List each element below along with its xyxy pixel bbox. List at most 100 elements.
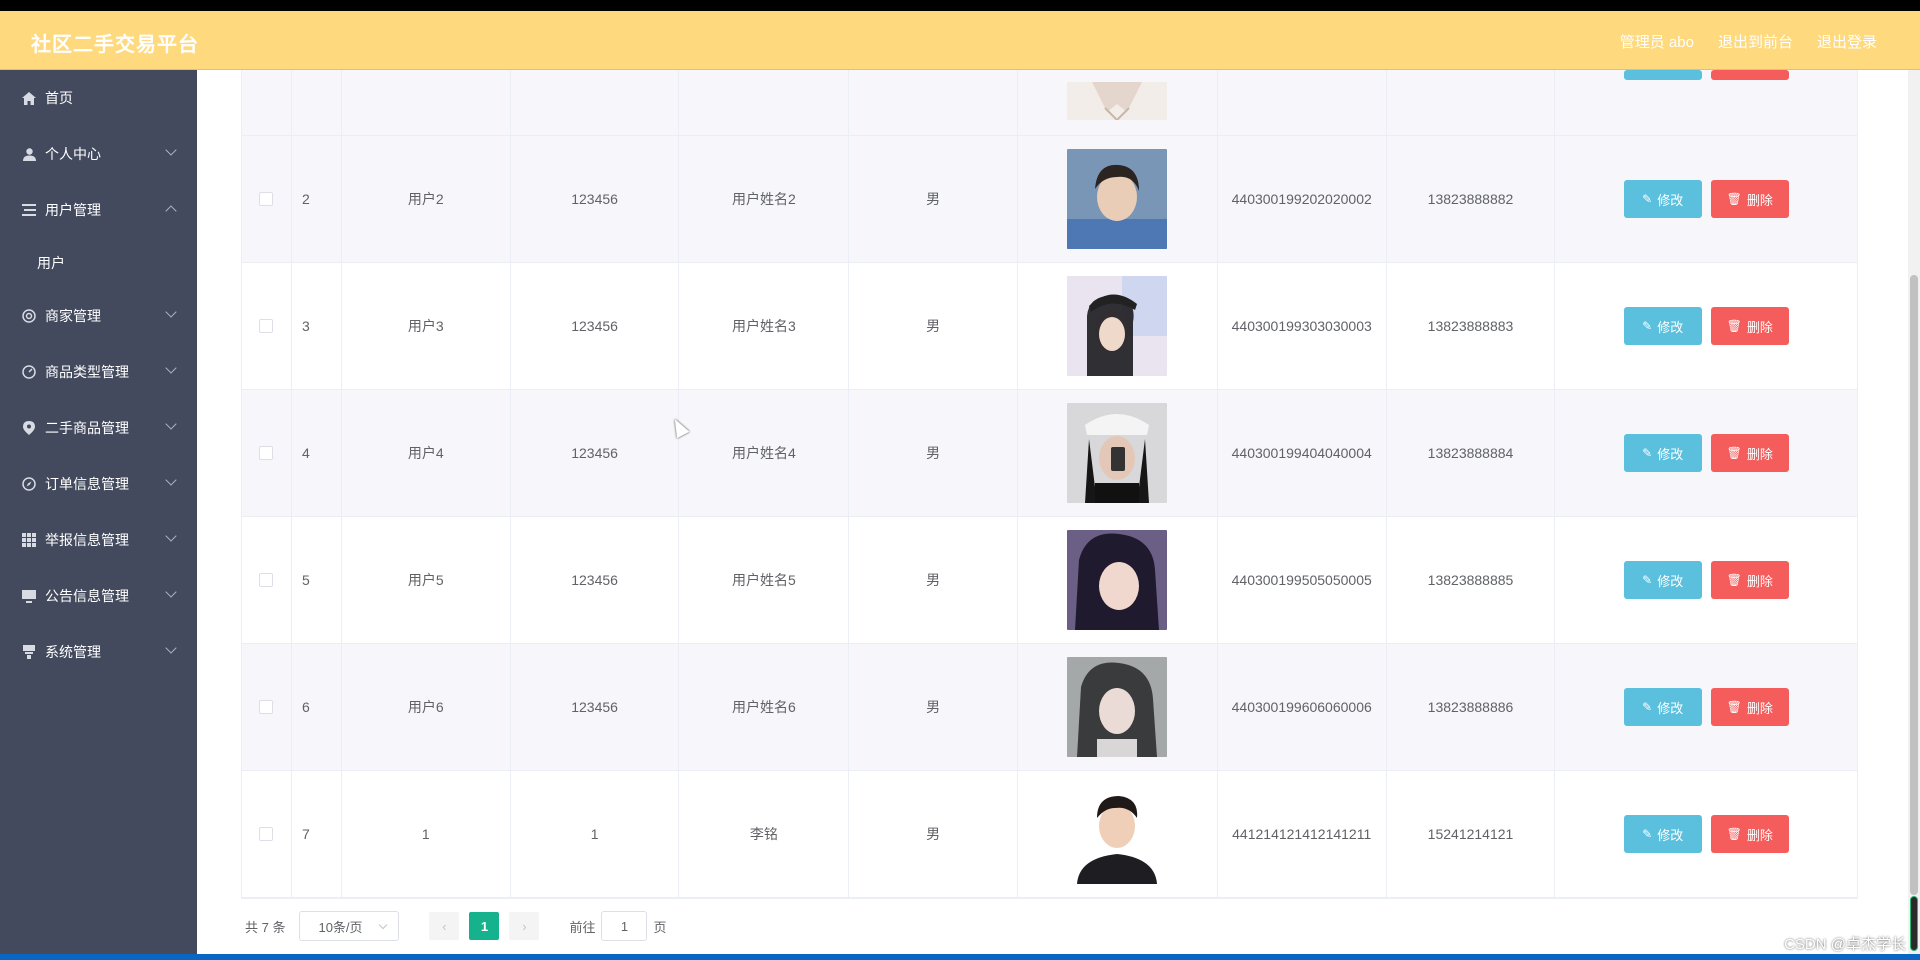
row-checkbox[interactable] — [259, 700, 274, 714]
delete-button[interactable]: 🗑 删除 — [1710, 434, 1789, 472]
gender-cell: 男 — [849, 136, 1019, 262]
goto-prefix: 前往 — [569, 919, 596, 935]
trash-icon: 🗑 — [1726, 192, 1742, 206]
row-index: 3 — [292, 263, 342, 389]
id-number-cell: 440300199202020002 — [1218, 136, 1387, 262]
sidebar-item-user-management[interactable]: 用户管理 — [0, 182, 197, 238]
delete-button[interactable]: 🗑 删除 — [1710, 180, 1789, 218]
name-cell: 用户姓名2 — [679, 136, 850, 262]
edit-icon: ✎ — [1642, 573, 1653, 587]
delete-button[interactable]: 🗑 删除 — [1710, 561, 1789, 599]
table-row: 3 用户3 123456 用户姓名3 男 440300199303030003 … — [242, 263, 1857, 390]
logout-link[interactable]: 退出登录 — [1817, 31, 1877, 52]
row-index: 4 — [292, 390, 342, 516]
chevron-down-icon — [379, 920, 388, 930]
row-index: 6 — [292, 644, 342, 770]
sidebar-item-system-management[interactable]: 系统管理 — [0, 624, 197, 680]
gender-cell: 男 — [849, 771, 1019, 897]
phone-cell: 13823888885 — [1387, 517, 1556, 643]
scrollbar-thumb[interactable] — [1910, 275, 1918, 895]
sidebar: 首页 个人中心 用户管理 用户 商家管理 商品类型管理 二手商品管理 订单信息管… — [0, 70, 197, 960]
trash-icon: 🗑 — [1726, 319, 1742, 333]
chevron-up-icon — [165, 205, 177, 217]
goto-page-input[interactable] — [601, 911, 648, 941]
user-table: 2 用户2 123456 用户姓名2 男 440300199202020002 … — [241, 70, 1858, 899]
password-cell: 123456 — [511, 263, 680, 389]
sidebar-subitem-users[interactable]: 用户 — [0, 238, 197, 288]
delete-button[interactable]: 🗑 删除 — [1710, 815, 1789, 853]
sidebar-item-goods-management[interactable]: 二手商品管理 — [0, 400, 197, 456]
edit-button[interactable]: ✎ 修改 — [1623, 180, 1702, 218]
user-photo — [1067, 82, 1168, 120]
goto-suffix: 页 — [653, 919, 667, 935]
gender-cell: 男 — [849, 390, 1019, 516]
sidebar-item-home[interactable]: 首页 — [0, 70, 197, 126]
sidebar-item-label: 公告信息管理 — [45, 588, 129, 604]
id-number-cell: 440300199404040004 — [1218, 390, 1387, 516]
watermark: CSDN @卓杰学长 — [1784, 936, 1906, 953]
password-cell: 123456 — [511, 644, 680, 770]
compass-icon — [22, 477, 36, 491]
sidebar-item-label: 订单信息管理 — [45, 476, 129, 492]
user-photo — [1067, 403, 1168, 503]
edit-icon: ✎ — [1642, 192, 1653, 206]
trash-icon: 🗑 — [1726, 446, 1742, 460]
trash-icon: 🗑 — [1726, 700, 1742, 714]
pagination: 共 7 条 10条/页 ‹ 1 › 前往 页 — [245, 910, 667, 942]
account-cell: 用户6 — [342, 644, 511, 770]
home-icon — [22, 91, 36, 105]
sidebar-item-profile[interactable]: 个人中心 — [0, 126, 197, 182]
row-checkbox[interactable] — [259, 573, 274, 587]
sidebar-item-report-management[interactable]: 举报信息管理 — [0, 512, 197, 568]
chevron-down-icon — [165, 530, 177, 542]
sidebar-item-category-management[interactable]: 商品类型管理 — [0, 344, 197, 400]
sidebar-item-label: 举报信息管理 — [45, 532, 129, 548]
account-cell: 1 — [342, 771, 511, 897]
edit-button[interactable]: ✎ 修改 — [1623, 815, 1702, 853]
next-page-button[interactable]: › — [509, 912, 540, 940]
vertical-scrollbar[interactable] — [1908, 70, 1920, 960]
trash-icon: 🗑 — [1726, 573, 1742, 587]
row-checkbox[interactable] — [259, 192, 274, 206]
delete-button[interactable] — [1710, 70, 1789, 80]
delete-button[interactable]: 🗑 删除 — [1710, 688, 1789, 726]
user-photo — [1067, 276, 1168, 376]
header-links: 管理员 abo 退出到前台 退出登录 — [1620, 31, 1877, 52]
admin-label: 管理员 abo — [1619, 34, 1694, 51]
sidebar-item-merchant-management[interactable]: 商家管理 — [0, 288, 197, 344]
user-photo — [1067, 149, 1168, 249]
table-row: 2 用户2 123456 用户姓名2 男 440300199202020002 … — [242, 136, 1857, 263]
monitor-icon — [22, 589, 36, 603]
row-checkbox[interactable] — [259, 446, 274, 460]
sidebar-item-notice-management[interactable]: 公告信息管理 — [0, 568, 197, 624]
page-number-button[interactable]: 1 — [469, 912, 500, 940]
edit-button[interactable]: ✎ 修改 — [1623, 561, 1702, 599]
delete-button[interactable]: 🗑 删除 — [1710, 307, 1789, 345]
id-number-cell: 440300199606060006 — [1218, 644, 1387, 770]
sidebar-item-label: 个人中心 — [45, 146, 101, 162]
chevron-down-icon — [165, 642, 177, 654]
edit-button[interactable]: ✎ 修改 — [1623, 688, 1702, 726]
account-cell: 用户2 — [342, 136, 511, 262]
edit-button[interactable]: ✎ 修改 — [1623, 307, 1702, 345]
row-checkbox[interactable] — [259, 827, 274, 841]
sidebar-item-order-management[interactable]: 订单信息管理 — [0, 456, 197, 512]
edit-button[interactable]: ✎ 修改 — [1623, 434, 1702, 472]
edit-icon: ✎ — [1642, 446, 1653, 460]
prev-page-button[interactable]: ‹ — [429, 912, 460, 940]
name-cell: 用户姓名6 — [679, 644, 850, 770]
page-size-select[interactable]: 10条/页 — [299, 911, 400, 941]
goto-page: 前往 页 — [569, 911, 667, 941]
account-cell: 用户3 — [342, 263, 511, 389]
row-checkbox[interactable] — [259, 319, 274, 333]
edit-icon: ✎ — [1642, 827, 1653, 841]
phone-cell: 13823888884 — [1387, 390, 1556, 516]
table-row: 4 用户4 123456 用户姓名4 男 440300199404040004 … — [242, 390, 1857, 517]
edit-button[interactable] — [1623, 70, 1702, 80]
password-cell: 1 — [511, 771, 680, 897]
name-cell: 用户姓名5 — [679, 517, 850, 643]
phone-cell: 13823888882 — [1387, 136, 1556, 262]
exit-to-front-link[interactable]: 退出到前台 — [1718, 31, 1793, 52]
password-cell: 123456 — [511, 517, 680, 643]
chevron-down-icon — [165, 418, 177, 430]
